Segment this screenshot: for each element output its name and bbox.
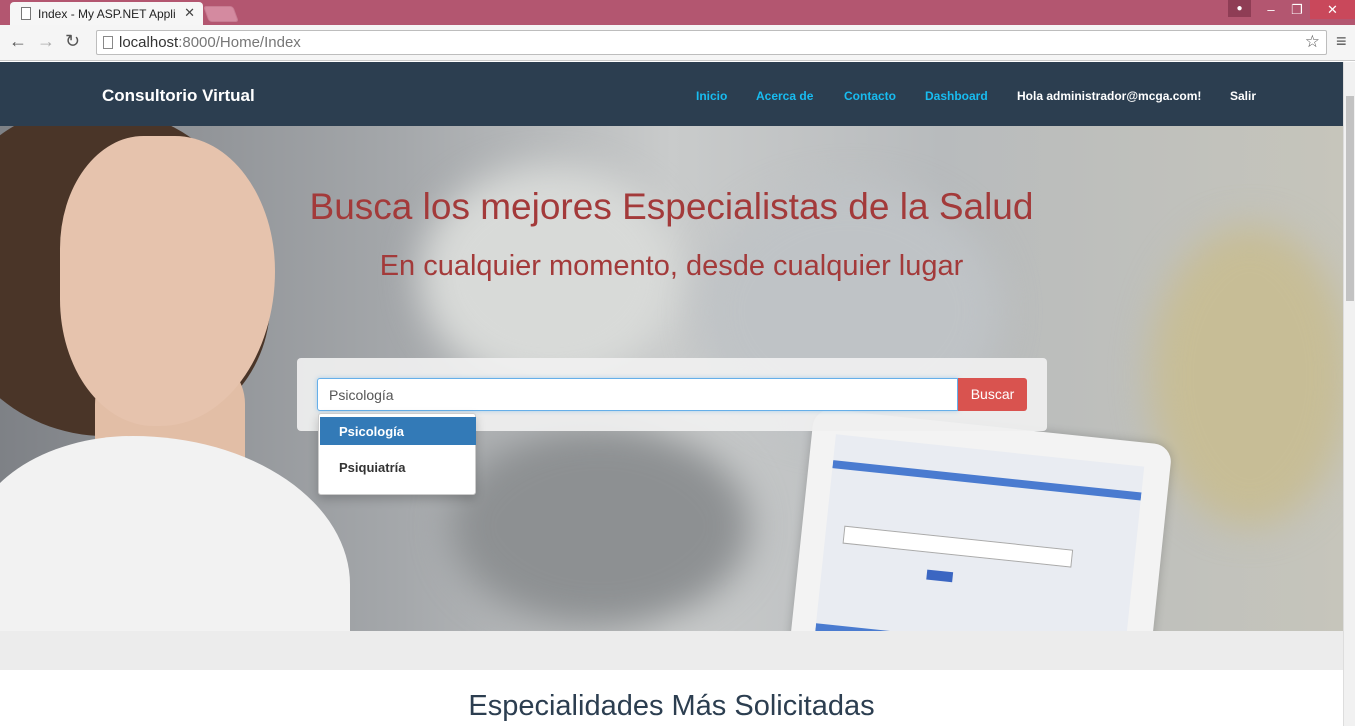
forward-icon[interactable]: → [37,31,55,52]
laptop-image [787,407,1173,631]
page-icon [103,36,113,49]
web-page: Consultorio Virtual Inicio Acerca de Con… [0,62,1343,726]
minimize-button[interactable]: – [1258,0,1284,19]
autocomplete-item-psiquiatria[interactable]: Psiquiatría [320,453,476,481]
section-title: Especialidades Más Solicitadas [468,690,875,722]
bookmark-star-icon[interactable]: ☆ [1305,32,1320,52]
laptop-screen-button [926,569,954,583]
address-bar[interactable]: localhost:8000/Home/Index ☆ [96,30,1327,55]
scrollbar-thumb[interactable] [1346,96,1354,301]
reload-icon[interactable]: ↻ [65,31,80,52]
menu-icon[interactable]: ≡ [1336,31,1347,52]
hero-banner: Busca los mejores Especialistas de la Sa… [0,126,1343,631]
laptop-screen-nav [832,460,1142,501]
nav-link-contacto[interactable]: Contacto [844,89,896,103]
specialties-section: Especialidades Más Solicitadas [0,670,1343,726]
autocomplete-item-psicologia[interactable]: Psicología [320,417,476,445]
nav-link-dashboard[interactable]: Dashboard [925,89,988,103]
laptop-screen [812,434,1145,631]
browser-toolbar: ← → ↻ localhost:8000/Home/Index ☆ ≡ [0,25,1355,61]
brand-logo[interactable]: Consultorio Virtual [102,86,255,106]
search-input[interactable] [317,378,958,411]
laptop-screen-footer [812,623,1125,631]
url-host: localhost [119,34,179,51]
tab-close-icon[interactable]: ✕ [184,5,195,21]
search-button[interactable]: Buscar [958,378,1027,411]
user-greeting-link[interactable]: Hola administrador@mcga.com! [1017,89,1201,103]
nav-link-inicio[interactable]: Inicio [696,89,727,103]
close-window-button[interactable]: ✕ [1310,0,1355,19]
restore-button[interactable]: ❐ [1284,0,1310,19]
hero-subtitle: En cualquier momento, desde cualquier lu… [379,250,964,282]
url-path: :8000/Home/Index [178,34,301,51]
page-icon [21,7,31,20]
hero-title: Busca los mejores Especialistas de la Sa… [309,186,1034,227]
browser-tab[interactable]: Index - My ASP.NET Appli ✕ [10,2,203,26]
logout-link[interactable]: Salir [1230,89,1256,103]
tab-title: Index - My ASP.NET Appli [38,7,176,21]
nav-link-acerca[interactable]: Acerca de [756,89,813,103]
background-blur [450,426,750,626]
page-scrollbar[interactable] [1343,62,1355,726]
back-icon[interactable]: ← [9,31,27,52]
site-navbar: Consultorio Virtual Inicio Acerca de Con… [0,62,1343,126]
browser-titlebar: Index - My ASP.NET Appli ✕ ● – ❐ ✕ [0,0,1355,26]
new-tab-button[interactable] [203,6,239,22]
user-profile-icon[interactable]: ● [1228,0,1251,17]
laptop-screen-field [842,525,1074,568]
woman-shirt [0,436,350,631]
autocomplete-dropdown: Psicología Psiquiatría [318,413,476,495]
